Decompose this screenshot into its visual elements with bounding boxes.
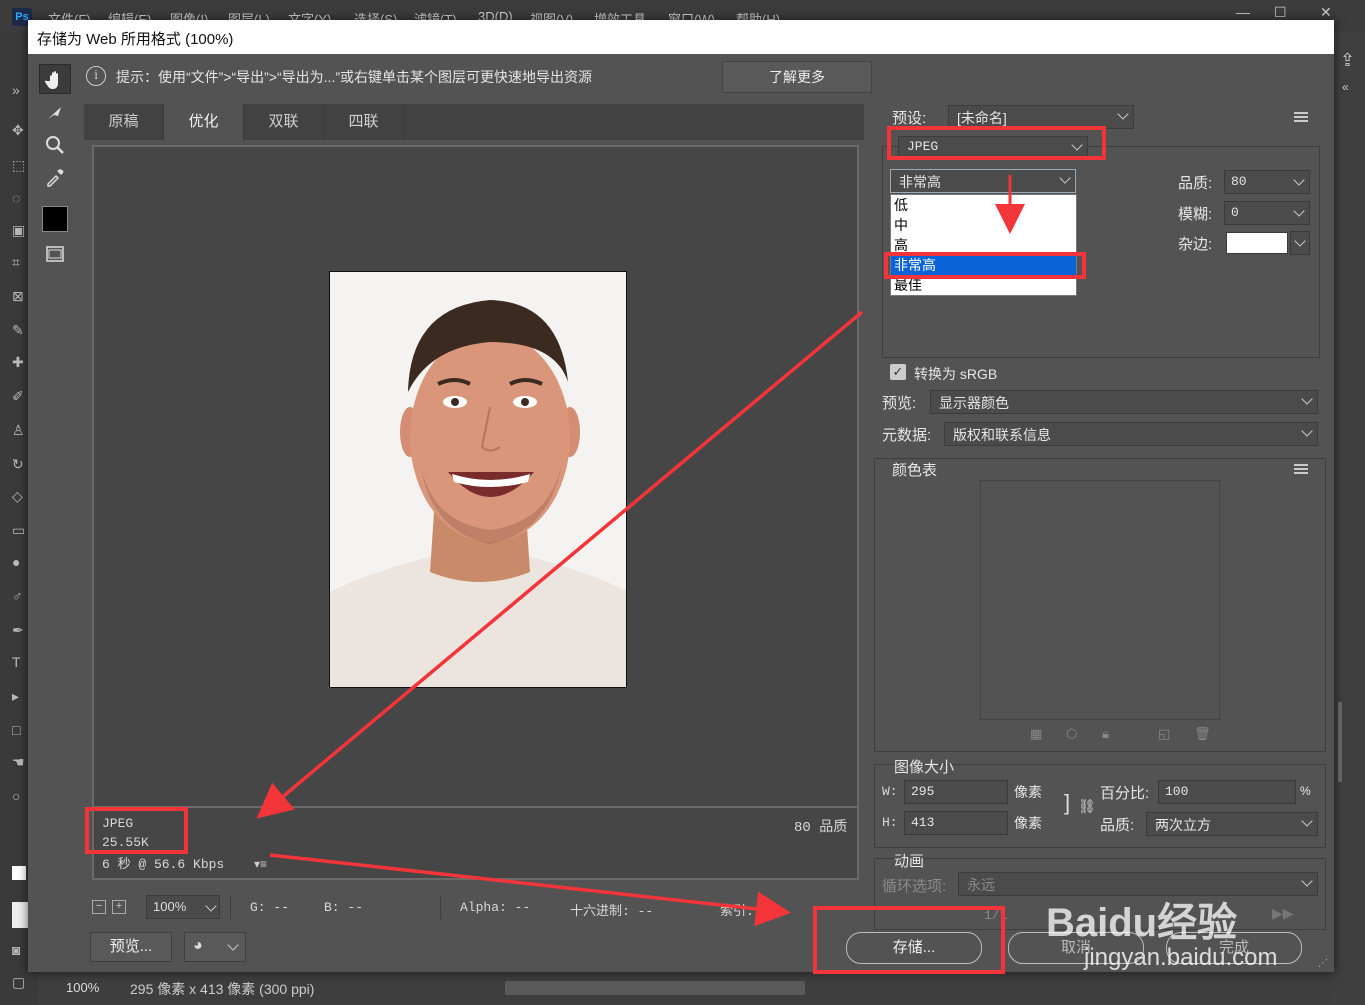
watermark-brand: Baidu经验 bbox=[1046, 901, 1238, 945]
watermark-url: jingyan.baidu.com bbox=[1084, 944, 1278, 971]
annotation-arrows bbox=[256, 175, 1025, 927]
arrow-to-filesize bbox=[256, 310, 864, 819]
baidu-watermark: Baidu经验 jingyan.baidu.com bbox=[1040, 870, 1330, 980]
arrow-to-save bbox=[269, 853, 791, 927]
